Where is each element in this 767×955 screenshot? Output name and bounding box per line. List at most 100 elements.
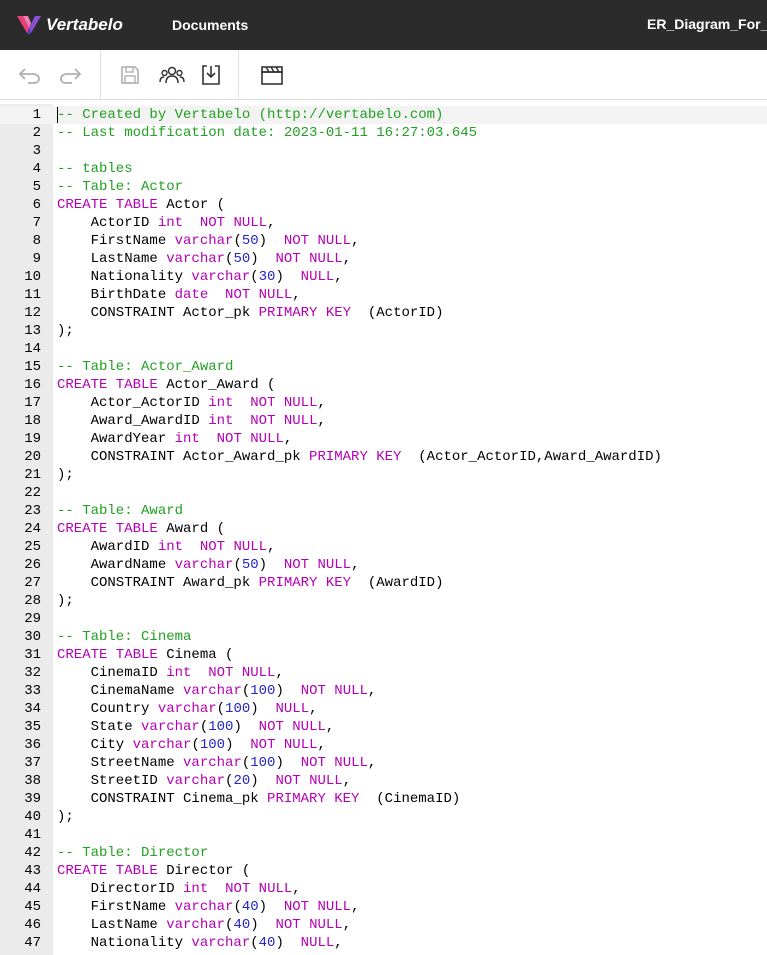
sql-script-button[interactable] bbox=[259, 62, 285, 88]
code-line[interactable]: 33 CinemaName varchar(100) NOT NULL, bbox=[0, 682, 767, 700]
code-line[interactable]: 44 DirectorID int NOT NULL, bbox=[0, 880, 767, 898]
sql-keyword: varchar bbox=[174, 899, 234, 915]
code-line[interactable]: 23 -- Table: Award bbox=[0, 502, 767, 520]
code-line[interactable]: 31 CREATE TABLE Cinema ( bbox=[0, 646, 767, 664]
code-line[interactable]: 25 AwardID int NOT NULL, bbox=[0, 538, 767, 556]
sql-text: , bbox=[292, 287, 301, 303]
code-line[interactable]: 42 -- Table: Director bbox=[0, 844, 767, 862]
code-line[interactable]: 14 bbox=[0, 340, 767, 358]
share-button[interactable] bbox=[159, 62, 185, 88]
sql-text: AwardYear bbox=[57, 431, 175, 447]
code-line[interactable]: 28); bbox=[0, 592, 767, 610]
code-line[interactable]: 18 Award_AwardID int NOT NULL, bbox=[0, 412, 767, 430]
sql-number: 50 bbox=[233, 251, 251, 267]
code-line[interactable]: 12 CONSTRAINT Actor_pk PRIMARY KEY (Acto… bbox=[0, 304, 767, 322]
code-line[interactable]: 4 -- tables bbox=[0, 160, 767, 178]
code-line[interactable]: 9 LastName varchar(50) NOT NULL, bbox=[0, 250, 767, 268]
sql-text: , bbox=[367, 755, 377, 771]
sql-text: AwardName bbox=[57, 557, 175, 573]
code-line[interactable]: 43 CREATE TABLE Director ( bbox=[0, 862, 767, 880]
code-text: LastName varchar(40) NOT NULL, bbox=[57, 916, 352, 934]
redo-button[interactable] bbox=[57, 62, 83, 88]
sql-text: , bbox=[267, 215, 276, 231]
sql-code-editor[interactable]: 1 -- Created by Vertabelo (http://vertabe… bbox=[0, 104, 767, 955]
sql-number: 20 bbox=[233, 773, 251, 789]
sql-number: 40 bbox=[258, 935, 276, 951]
redo-icon bbox=[60, 68, 82, 84]
undo-button[interactable] bbox=[17, 62, 43, 88]
export-button[interactable] bbox=[198, 62, 224, 88]
code-line[interactable]: 29 bbox=[0, 610, 767, 628]
document-title[interactable]: ER_Diagram_For_ bbox=[647, 16, 767, 32]
code-line[interactable]: 36 City varchar(100) NOT NULL, bbox=[0, 736, 767, 754]
code-line[interactable]: 30 -- Table: Cinema bbox=[0, 628, 767, 646]
code-text: CinemaID int NOT NULL, bbox=[57, 664, 284, 682]
sql-text: ) bbox=[250, 701, 276, 717]
sql-text: DirectorID bbox=[57, 881, 184, 897]
code-line[interactable]: 15 -- Table: Actor_Award bbox=[0, 358, 767, 376]
line-number: 31 bbox=[24, 647, 41, 663]
code-line[interactable]: 24 CREATE TABLE Award ( bbox=[0, 520, 767, 538]
sql-number: 100 bbox=[250, 683, 276, 699]
line-number: 27 bbox=[24, 575, 41, 591]
code-line[interactable]: 16 CREATE TABLE Actor_Award ( bbox=[0, 376, 767, 394]
line-number: 34 bbox=[24, 701, 41, 717]
code-line[interactable]: 41 bbox=[0, 826, 767, 844]
code-text: ); bbox=[57, 466, 74, 484]
line-number: 38 bbox=[24, 773, 41, 789]
code-line[interactable]: 5 -- Table: Actor bbox=[0, 178, 767, 196]
code-line[interactable]: 35 State varchar(100) NOT NULL, bbox=[0, 718, 767, 736]
code-text: AwardYear int NOT NULL, bbox=[57, 430, 293, 448]
nav-documents-link[interactable]: Documents bbox=[172, 17, 248, 33]
code-line[interactable]: 2 -- Last modification date: 2023-01-11 1… bbox=[0, 124, 767, 142]
code-line[interactable]: 37 StreetName varchar(100) NOT NULL, bbox=[0, 754, 767, 772]
sql-text: FirstName bbox=[57, 233, 175, 249]
sql-text: , bbox=[334, 935, 343, 951]
code-line[interactable]: 22 bbox=[0, 484, 767, 502]
sql-text: ) bbox=[225, 737, 251, 753]
sql-number: 40 bbox=[233, 917, 251, 933]
sql-keyword: NOT NULL bbox=[250, 413, 318, 429]
code-line[interactable]: 47 Nationality varchar(40) NULL, bbox=[0, 934, 767, 952]
line-number: 43 bbox=[24, 863, 41, 879]
app-header: Vertabelo Documents ER_Diagram_For_ bbox=[0, 0, 767, 50]
code-line[interactable]: 17 Actor_ActorID int NOT NULL, bbox=[0, 394, 767, 412]
vertabelo-logo[interactable]: Vertabelo bbox=[16, 12, 123, 38]
line-number: 40 bbox=[24, 809, 41, 825]
code-line[interactable]: 10 Nationality varchar(30) NULL, bbox=[0, 268, 767, 286]
code-line[interactable]: 38 StreetID varchar(20) NOT NULL, bbox=[0, 772, 767, 790]
code-line[interactable]: 46 LastName varchar(40) NOT NULL, bbox=[0, 916, 767, 934]
line-number: 2 bbox=[32, 125, 41, 141]
line-number: 16 bbox=[24, 377, 41, 393]
code-line[interactable]: 3 bbox=[0, 142, 767, 160]
code-line[interactable]: 40); bbox=[0, 808, 767, 826]
code-line[interactable]: 39 CONSTRAINT Cinema_pk PRIMARY KEY (Cin… bbox=[0, 790, 767, 808]
code-line[interactable]: 13); bbox=[0, 322, 767, 340]
code-line[interactable]: 6 CREATE TABLE Actor ( bbox=[0, 196, 767, 214]
code-line[interactable]: 11 BirthDate date NOT NULL, bbox=[0, 286, 767, 304]
code-line[interactable]: 32 CinemaID int NOT NULL, bbox=[0, 664, 767, 682]
sql-text: CONSTRAINT Actor_Award_pk bbox=[57, 449, 310, 465]
code-line[interactable]: 20 CONSTRAINT Actor_Award_pk PRIMARY KEY… bbox=[0, 448, 767, 466]
sql-text: CinemaName bbox=[57, 683, 184, 699]
code-line[interactable]: 21); bbox=[0, 466, 767, 484]
code-line[interactable]: 26 AwardName varchar(50) NOT NULL, bbox=[0, 556, 767, 574]
line-number: 20 bbox=[24, 449, 41, 465]
save-button[interactable] bbox=[117, 62, 143, 88]
code-line[interactable]: 8 FirstName varchar(50) NOT NULL, bbox=[0, 232, 767, 250]
code-lines: 1 -- Created by Vertabelo (http://vertabe… bbox=[0, 106, 767, 952]
sql-keyword: varchar bbox=[157, 701, 217, 717]
code-line[interactable]: 27 CONSTRAINT Award_pk PRIMARY KEY (Awar… bbox=[0, 574, 767, 592]
sql-text: , bbox=[342, 251, 352, 267]
sql-text: , bbox=[342, 917, 352, 933]
vertabelo-logo-icon bbox=[17, 16, 41, 35]
code-line[interactable]: 45 FirstName varchar(40) NOT NULL, bbox=[0, 898, 767, 916]
code-line[interactable]: 7 ActorID int NOT NULL, bbox=[0, 214, 767, 232]
code-line[interactable]: 19 AwardYear int NOT NULL, bbox=[0, 430, 767, 448]
code-line[interactable]: 1 -- Created by Vertabelo (http://vertabe… bbox=[0, 106, 767, 124]
sql-keyword: CREATE TABLE bbox=[57, 197, 158, 213]
code-line[interactable]: 34 Country varchar(100) NULL, bbox=[0, 700, 767, 718]
code-text: CREATE TABLE Actor ( bbox=[57, 196, 225, 214]
sql-text: AwardID bbox=[57, 539, 158, 555]
